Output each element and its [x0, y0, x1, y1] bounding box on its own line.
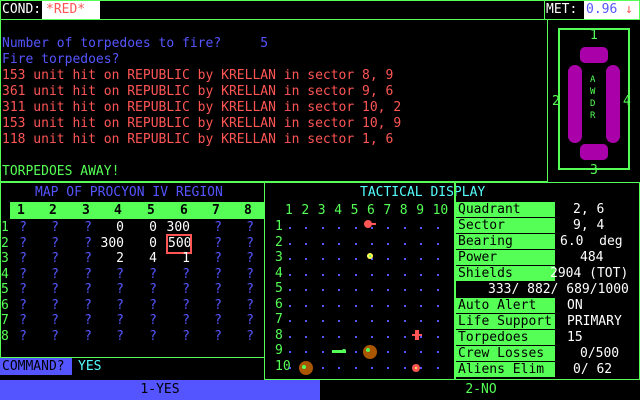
- ship-name-vertical: AWDR: [590, 75, 596, 121]
- shield-4-label: 4: [623, 94, 631, 109]
- quadrant-label: Quadrant: [456, 202, 555, 217]
- shields-label: Shields: [456, 266, 555, 281]
- right-shield: [606, 65, 620, 143]
- map-cell[interactable]: 0: [117, 236, 157, 252]
- met-value: 0.96: [586, 2, 618, 17]
- map-column-header: 8: [244, 203, 252, 218]
- torpedo-count-prompt: Number of torpedoes to fire? 5: [2, 36, 269, 51]
- aliens-elim-label: Aliens Elim: [456, 362, 555, 377]
- torpedoes-value: 15: [567, 330, 583, 345]
- hit-message: 153 unit hit on REPUBLIC by KRELLAN in s…: [2, 68, 394, 83]
- life-support-label: Life Support: [456, 314, 555, 329]
- player-ship-icon: [332, 349, 346, 353]
- shield-3-label: 3: [590, 163, 598, 178]
- auto-alert-value: ON: [567, 298, 583, 313]
- map-cell[interactable]: ?: [214, 236, 254, 252]
- condition-label: COND:: [2, 2, 42, 17]
- map-column-header: 6: [180, 203, 188, 218]
- shields-value: 2904 (TOT): [550, 266, 629, 281]
- planet-icon: [363, 345, 377, 359]
- krellan-ship-icon: [412, 330, 422, 340]
- map-cell[interactable]: ?: [214, 220, 254, 236]
- map-cell[interactable]: ?: [214, 267, 254, 283]
- map-column-header: 2: [49, 203, 57, 218]
- shields-detail: 333/ 882/ 689/1000: [488, 282, 629, 297]
- sector-label: Sector: [456, 218, 555, 233]
- auto-alert-label: Auto Alert: [456, 298, 555, 313]
- map-cell[interactable]: ?: [214, 313, 254, 329]
- krellan-ship-icon: [412, 364, 420, 372]
- hit-message: 153 unit hit on REPUBLIC by KRELLAN in s…: [2, 116, 402, 131]
- map-title: MAP OF PROCYON IV REGION: [35, 185, 223, 200]
- star-icon: [367, 253, 373, 259]
- sector-value: 9, 4: [573, 218, 605, 233]
- map-column-header: 4: [114, 203, 122, 218]
- hit-message: 311 unit hit on REPUBLIC by KRELLAN in s…: [2, 100, 402, 115]
- map-cell[interactable]: ?: [214, 282, 254, 298]
- crew-losses-value: 0/500: [580, 346, 620, 361]
- hit-message: 361 unit hit on REPUBLIC by KRELLAN in s…: [2, 84, 394, 99]
- bearing-value: 6.0 deg: [560, 234, 623, 249]
- map-column-header: 3: [82, 203, 90, 218]
- quadrant-value: 2, 6: [573, 202, 605, 217]
- option-no-button[interactable]: 2-NO: [322, 380, 640, 400]
- option-yes-button[interactable]: 1-YES: [0, 380, 320, 400]
- map-column-header: 5: [147, 203, 155, 218]
- met-divider: [544, 0, 545, 20]
- shield-2-label: 2: [552, 94, 560, 109]
- map-cell[interactable]: ?: [214, 251, 254, 267]
- aliens-elim-value: 0/ 62: [573, 362, 613, 377]
- met-label: MET:: [546, 2, 578, 17]
- left-shield: [568, 65, 582, 143]
- map-column-header: 7: [212, 203, 220, 218]
- result-message: TORPEDOES AWAY!: [2, 164, 120, 179]
- rear-shield: [580, 144, 608, 160]
- tactical-objects: [299, 220, 422, 375]
- command-label: COMMAND?: [0, 358, 72, 375]
- life-support-value: PRIMARY: [567, 314, 622, 329]
- command-input[interactable]: YES: [78, 359, 101, 375]
- condition-value: *RED*: [46, 2, 86, 17]
- power-value: 484: [580, 250, 604, 265]
- power-label: Power: [456, 250, 555, 265]
- hit-message: 118 unit hit on REPUBLIC by KRELLAN in s…: [2, 132, 394, 147]
- planet-icon: [299, 361, 313, 375]
- map-column-header: 1: [17, 203, 25, 218]
- map-cell[interactable]: ?: [214, 329, 254, 345]
- shield-1-label: 1: [590, 28, 598, 43]
- torpedoes-label: Torpedoes: [456, 330, 555, 345]
- bearing-label: Bearing: [456, 234, 555, 249]
- fire-prompt: Fire torpedoes?: [2, 52, 120, 67]
- front-shield: [580, 47, 608, 63]
- met-trend-icon: ↓: [625, 2, 633, 17]
- krellan-ship-icon: [364, 220, 376, 228]
- crew-losses-label: Crew Losses: [456, 346, 555, 361]
- map-cell[interactable]: ?: [214, 298, 254, 314]
